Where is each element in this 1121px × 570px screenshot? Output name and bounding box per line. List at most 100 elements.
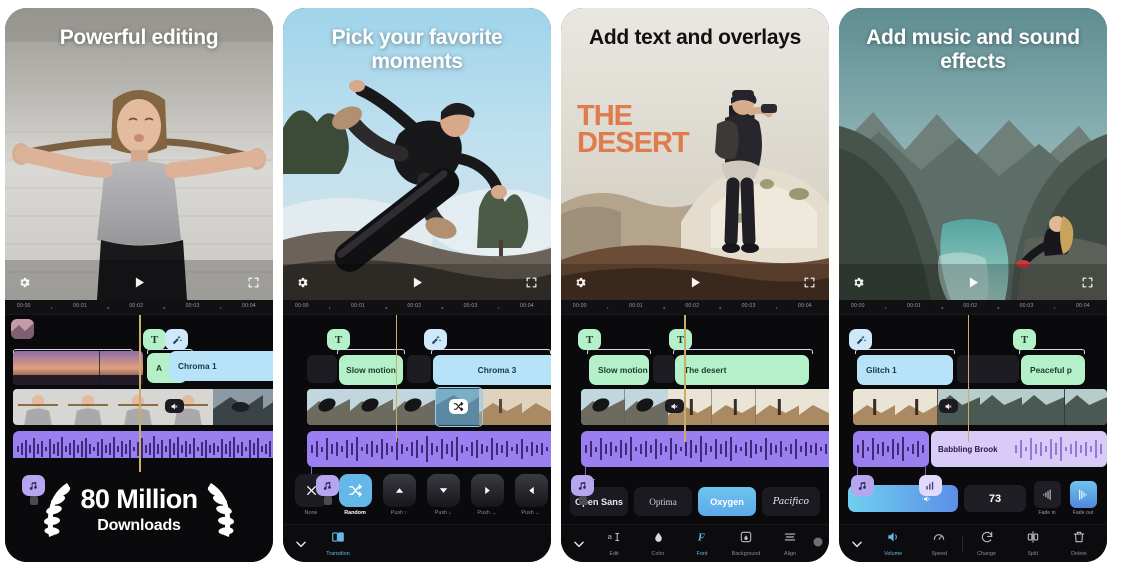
muted-icon[interactable] xyxy=(665,399,684,413)
timeline-ruler[interactable]: 00:00 00:01 00:02 00:03 00:04 00:05 xyxy=(839,300,1107,315)
fullscreen-icon[interactable] xyxy=(247,276,260,294)
marker-sound-wave-icon[interactable] xyxy=(919,475,942,496)
transition-option[interactable]: Random xyxy=(336,474,374,516)
timeline-1[interactable]: 00:00 00:01 00:02 00:03 00:04 00:05 xyxy=(5,300,273,562)
video-track[interactable] xyxy=(581,389,829,425)
nav-item-overflow[interactable] xyxy=(812,535,824,553)
clip-tag[interactable] xyxy=(579,496,587,505)
triangle-right-icon[interactable] xyxy=(470,474,504,507)
marker-magic-wand-icon[interactable] xyxy=(165,329,188,350)
fullscreen-icon[interactable] xyxy=(803,276,816,294)
video-preview[interactable]: Pick your favorite moments xyxy=(283,8,551,300)
font-option-optima[interactable]: Optima xyxy=(634,487,692,516)
playhead[interactable] xyxy=(395,315,398,442)
font-picker[interactable]: Open Sans Optima Oxygen Pacifico xyxy=(561,487,829,516)
nav-item-font[interactable]: F Font xyxy=(680,530,724,558)
font-option-pacifico[interactable]: Pacifico xyxy=(762,487,820,516)
nav-item-change[interactable]: Change xyxy=(963,530,1009,557)
timeline-3[interactable]: 00:00 00:01 00:02 00:03 00:04 00:05 T T xyxy=(561,300,829,562)
marker-music-note-icon[interactable] xyxy=(316,475,339,496)
chevron-down-icon[interactable] xyxy=(288,537,314,551)
timeline-clip[interactable]: Glitch 1 xyxy=(857,355,953,385)
video-track[interactable] xyxy=(13,389,273,425)
font-option-oxygen[interactable]: Oxygen xyxy=(698,487,756,516)
transition-option[interactable]: Push ↑ xyxy=(380,474,418,516)
nav-item-transition[interactable]: Transition xyxy=(314,530,362,557)
timeline-ruler[interactable]: 00:00 00:01 00:02 00:03 00:04 00:05 xyxy=(561,300,829,315)
fade-out-icon[interactable] xyxy=(1069,481,1097,508)
empty-clip-slot[interactable] xyxy=(307,355,337,383)
empty-clip-slot[interactable] xyxy=(957,355,1019,383)
timeline-clip[interactable]: Chroma 1 xyxy=(169,351,273,381)
triangle-up-icon[interactable] xyxy=(382,474,416,507)
marker-music-note-icon[interactable] xyxy=(22,475,45,496)
muted-icon[interactable] xyxy=(939,399,958,413)
play-icon[interactable] xyxy=(132,275,147,295)
timeline-2[interactable]: 00:00 00:01 00:02 00:03 00:04 00:05 T xyxy=(283,300,551,562)
video-preview[interactable]: Add music and sound effects xyxy=(839,8,1107,300)
timeline-ruler[interactable]: 00:00 00:01 00:02 00:03 00:04 00:05 xyxy=(5,300,273,315)
gear-icon[interactable] xyxy=(18,276,31,294)
triangle-left-icon[interactable] xyxy=(514,474,548,507)
transition-option[interactable]: Push → xyxy=(468,474,506,516)
empty-clip-slot[interactable] xyxy=(407,355,431,383)
volume-value[interactable]: 73 xyxy=(964,485,1026,512)
fullscreen-icon[interactable] xyxy=(525,276,538,294)
marker-music-note-icon[interactable] xyxy=(851,475,874,496)
nav-item-edit[interactable]: a Edit xyxy=(592,530,636,557)
nav-item-background[interactable]: Background xyxy=(724,530,768,557)
video-track[interactable] xyxy=(307,389,551,425)
marker-magic-wand-icon[interactable] xyxy=(424,329,447,350)
timeline-ruler[interactable]: 00:00 00:01 00:02 00:03 00:04 00:05 xyxy=(283,300,551,315)
marker-text-icon[interactable]: T xyxy=(669,329,692,350)
playhead[interactable] xyxy=(684,315,686,442)
audio-track-babbling-brook[interactable]: Babbling Brook xyxy=(931,431,1107,467)
volume-controls[interactable]: 73 Fade in Fade out xyxy=(839,481,1107,516)
clip-thumbnail[interactable] xyxy=(11,319,34,339)
marker-text-icon[interactable]: T xyxy=(143,329,166,350)
clip-tag[interactable] xyxy=(324,496,332,505)
overlay-thumbnail-strip[interactable] xyxy=(13,351,143,385)
fade-in-button[interactable]: Fade in xyxy=(1032,481,1062,516)
play-icon[interactable] xyxy=(410,275,425,295)
audio-track[interactable] xyxy=(307,431,551,467)
audio-track[interactable] xyxy=(581,431,829,467)
shuffle-icon[interactable] xyxy=(449,399,468,414)
gear-icon[interactable] xyxy=(852,276,865,294)
chevron-down-icon[interactable] xyxy=(566,537,592,551)
muted-icon[interactable] xyxy=(165,399,184,413)
timeline-clip[interactable]: Slow motion xyxy=(589,355,649,385)
play-icon[interactable] xyxy=(966,275,981,295)
marker-text-icon[interactable]: T xyxy=(1013,329,1036,350)
transition-option[interactable]: Push ← xyxy=(512,474,550,516)
video-preview[interactable]: Powerful editing xyxy=(5,8,273,300)
play-icon[interactable] xyxy=(688,275,703,295)
nav-item-split[interactable]: Split xyxy=(1010,530,1056,557)
empty-clip-slot[interactable] xyxy=(653,355,675,383)
marker-magic-wand-icon[interactable] xyxy=(849,329,872,350)
timeline-4[interactable]: 00:00 00:01 00:02 00:03 00:04 00:05 T xyxy=(839,300,1107,562)
nav-item-volume[interactable]: Volume xyxy=(870,530,916,557)
nav-item-delete[interactable]: Delete xyxy=(1056,530,1102,557)
timeline-clip[interactable]: The desert xyxy=(675,355,809,385)
playhead[interactable] xyxy=(139,315,141,472)
marker-music-note-icon[interactable] xyxy=(571,475,594,496)
nav-item-color[interactable]: Color xyxy=(636,531,680,557)
shuffle-icon[interactable] xyxy=(338,474,372,507)
fade-in-icon[interactable] xyxy=(1033,481,1061,508)
triangle-down-icon[interactable] xyxy=(426,474,460,507)
gear-icon[interactable] xyxy=(574,276,587,294)
nav-item-speed[interactable]: Speed xyxy=(916,530,962,557)
playhead[interactable] xyxy=(967,315,970,442)
transition-option[interactable]: Push ↓ xyxy=(424,474,462,516)
timeline-clip[interactable]: Slow motion xyxy=(339,355,403,385)
timeline-clip[interactable]: Chroma 3 xyxy=(433,355,551,385)
timeline-clip[interactable]: Peaceful p xyxy=(1021,355,1085,385)
audio-track[interactable] xyxy=(853,431,929,467)
chevron-down-icon[interactable] xyxy=(844,537,870,551)
clip-tag[interactable] xyxy=(30,496,38,505)
video-preview[interactable]: Add text and overlays THE DESERT xyxy=(561,8,829,300)
video-track[interactable] xyxy=(853,389,1107,425)
marker-text-icon[interactable]: T xyxy=(578,329,601,350)
fade-out-button[interactable]: Fade out xyxy=(1068,481,1098,516)
